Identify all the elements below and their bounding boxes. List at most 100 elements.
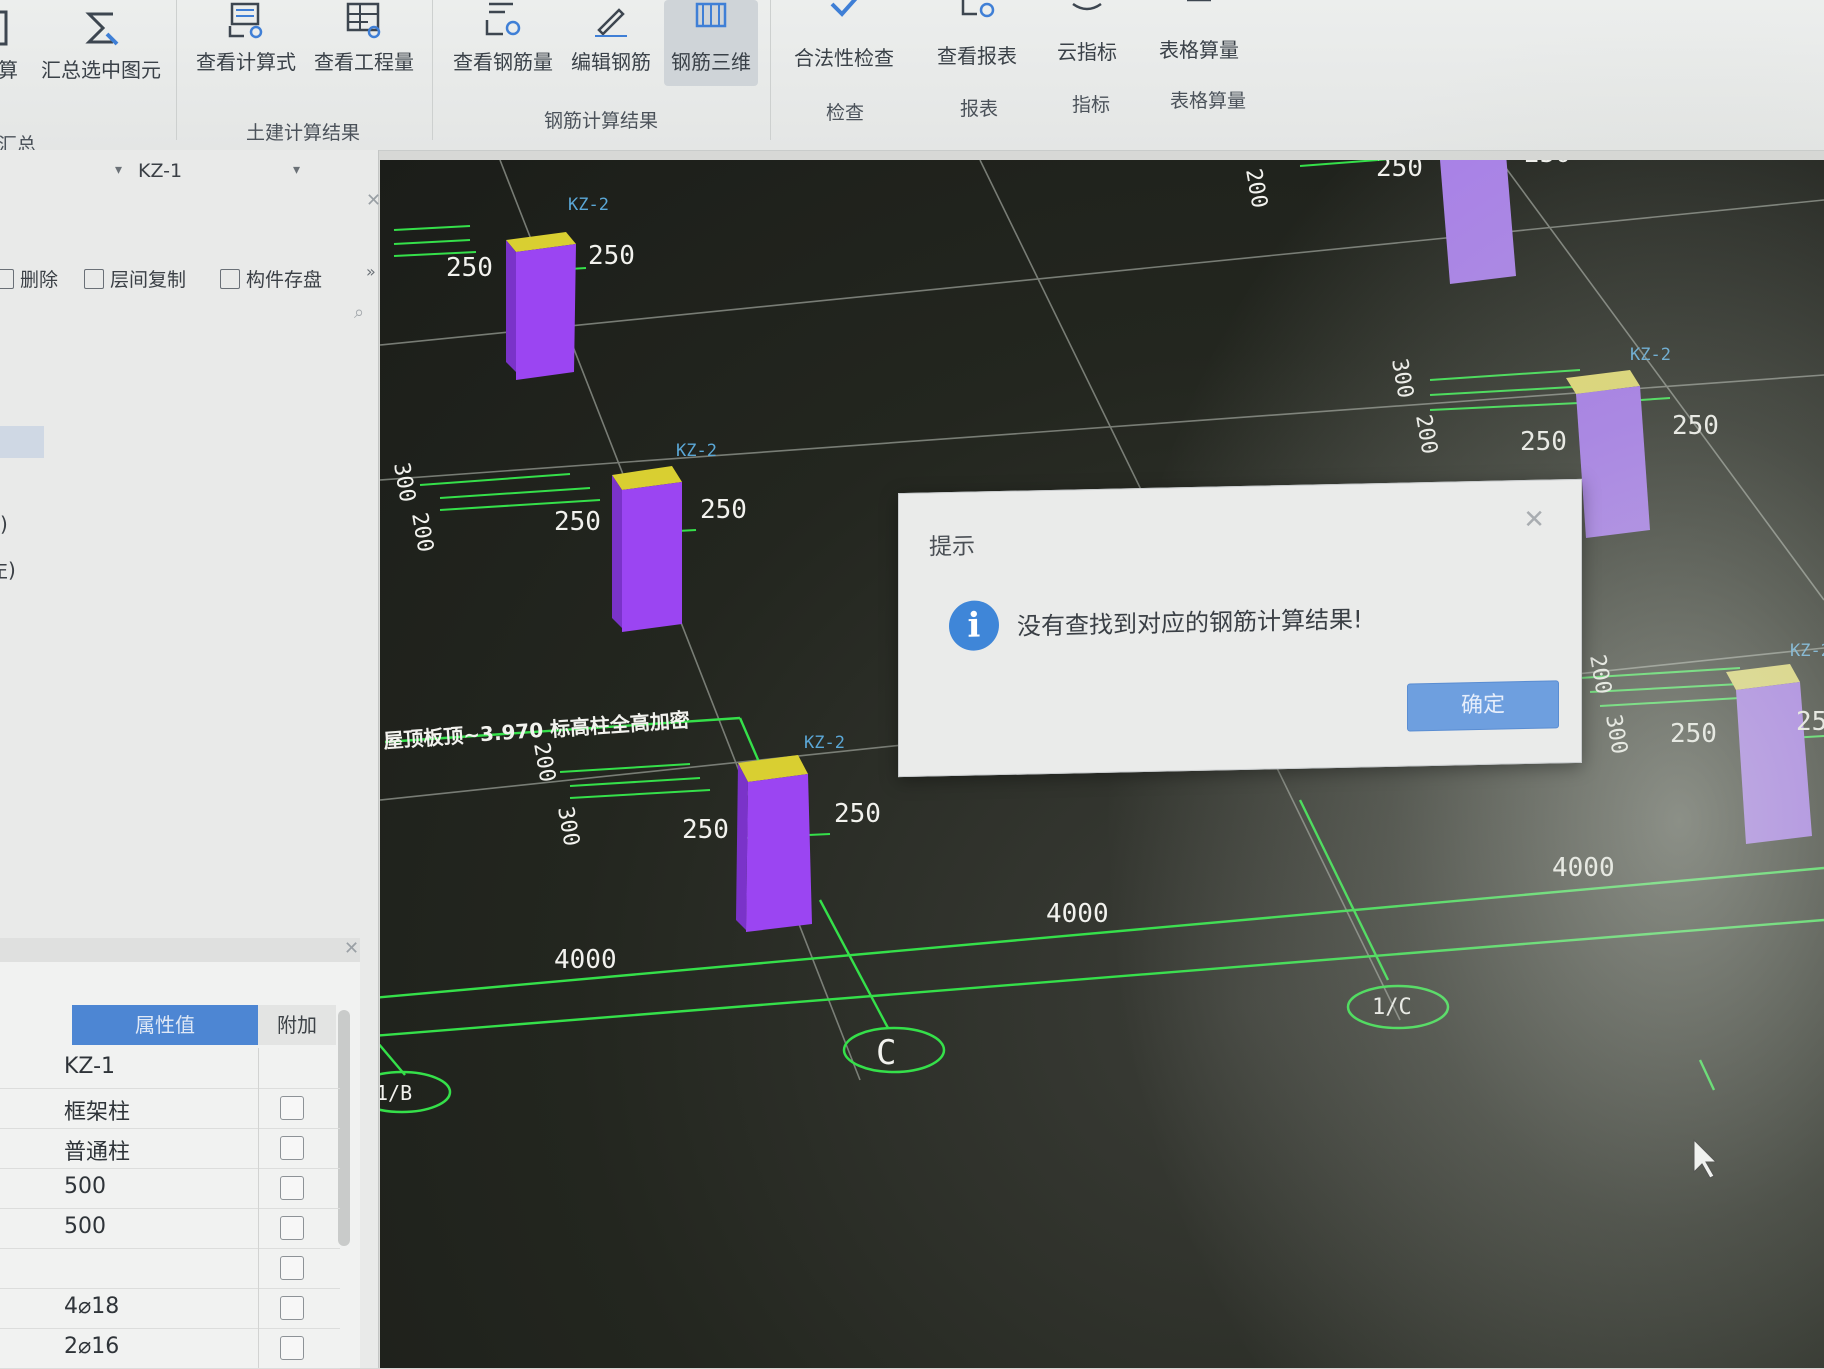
sigma-icon — [85, 12, 119, 46]
close-icon[interactable]: ✕ — [1523, 505, 1545, 535]
view-quantity-label: 查看工程量 — [314, 50, 414, 74]
group-report-label: 报表 — [960, 98, 999, 120]
divider — [258, 1288, 259, 1328]
chevron-down-icon: ▾ — [292, 162, 300, 178]
save-component-label: 构件存盘 — [246, 269, 323, 291]
view-report-button[interactable]: 查看报表 — [926, 0, 1028, 69]
property-row[interactable]: 框架柱 — [0, 1088, 340, 1129]
dim-label: 250 — [1520, 427, 1567, 457]
tree-text: 左) — [0, 558, 16, 582]
divider — [258, 1248, 259, 1288]
rebar-quantity-icon — [485, 2, 521, 36]
search-icon[interactable]: ⌕ — [354, 302, 364, 323]
dim-label: 200 — [1240, 167, 1272, 210]
floor-copy-button[interactable]: 层间复制 — [84, 265, 186, 292]
divider — [258, 1048, 259, 1088]
extra-checkbox[interactable] — [280, 1096, 304, 1120]
span-label: 4000 — [1046, 899, 1109, 929]
property-value: 框架柱 — [64, 1100, 131, 1125]
table-calc-button[interactable]: 表格算量 — [1146, 0, 1252, 63]
rebar-3d-icon — [695, 2, 727, 28]
col-header-value: 属性值 — [72, 1005, 258, 1045]
ribbon-separator — [176, 0, 177, 140]
ribbon-separator — [432, 0, 433, 140]
dim-label: 250 — [834, 799, 881, 829]
view-report-label: 查看报表 — [937, 44, 1017, 68]
group-rebar-result-label: 钢筋计算结果 — [544, 110, 659, 132]
dialog-title: 提示 — [929, 533, 975, 561]
legality-check-button[interactable]: 合法性检查 — [784, 0, 904, 71]
copy-icon — [84, 269, 104, 289]
table-calc-label: 表格算量 — [1159, 38, 1239, 62]
selected-tree-item[interactable] — [0, 426, 44, 458]
info-icon: i — [949, 600, 999, 652]
floor-select[interactable]: ▾ — [0, 160, 130, 188]
property-value: KZ-1 — [64, 1054, 116, 1079]
group-civil-result-label: 土建计算结果 — [246, 122, 361, 144]
dim-label: 300 — [1600, 713, 1632, 756]
dim-label: 250 — [1376, 160, 1423, 183]
cloud-index-button[interactable]: 云指标 — [1044, 0, 1130, 65]
property-row[interactable]: 2⌀16 — [0, 1328, 340, 1369]
save-icon — [220, 269, 240, 289]
edit-rebar-label: 编辑钢筋 — [571, 50, 651, 74]
delete-label: 删除 — [20, 269, 59, 291]
column-label: KZ-2 — [1790, 641, 1824, 661]
ribbon-separator — [770, 0, 771, 140]
rebar-3d-button[interactable]: 钢筋三维 — [664, 0, 758, 86]
table-calc-icon — [1187, 0, 1211, 2]
axis-label: 1/B — [380, 1081, 412, 1105]
ok-button[interactable]: 确定 — [1407, 680, 1559, 732]
extra-checkbox[interactable] — [280, 1256, 304, 1280]
extra-checkbox[interactable] — [280, 1176, 304, 1200]
axis-label: 1/C — [1372, 995, 1412, 1020]
extra-checkbox[interactable] — [280, 1216, 304, 1240]
view-rebar-button[interactable]: 查看钢筋量 — [448, 0, 558, 75]
column-label: KZ-2 — [1630, 345, 1671, 365]
divider — [258, 1088, 259, 1128]
component-select[interactable]: KZ-1 ▾ — [138, 160, 308, 188]
group-check-label: 检查 — [826, 102, 865, 124]
property-row[interactable]: 500 — [0, 1208, 340, 1249]
component-select-value: KZ-1 — [138, 160, 183, 182]
delete-button[interactable]: 删除 — [0, 265, 58, 292]
column-label: KZ-2 — [676, 441, 717, 461]
group-index-label: 指标 — [1072, 94, 1111, 116]
view-quantity-button[interactable]: 查看工程量 — [310, 0, 418, 75]
property-value: 500 — [64, 1174, 106, 1199]
alert-dialog: 提示 ✕ i 没有查找到对应的钢筋计算结果! 确定 — [898, 478, 1582, 778]
sum-selected-button[interactable]: 汇总选中图元 — [36, 8, 166, 83]
span-label: 4000 — [1552, 853, 1615, 883]
property-row[interactable]: 4⌀18 — [0, 1288, 340, 1329]
calc-button[interactable]: 算 — [0, 8, 24, 83]
view-formula-button[interactable]: 查看计算式 — [192, 0, 300, 75]
pencil-icon — [595, 8, 627, 37]
delete-icon — [0, 269, 14, 289]
extra-checkbox[interactable] — [280, 1136, 304, 1160]
group-table-label: 表格算量 — [1170, 90, 1247, 112]
extra-checkbox[interactable] — [280, 1296, 304, 1320]
property-value: 2⌀16 — [64, 1334, 120, 1359]
property-row[interactable]: 500 — [0, 1168, 340, 1209]
property-row[interactable]: KZ-1 — [0, 1048, 340, 1089]
ribbon-toolbar: 算 汇总选中图元 查看计算式 查看工程量 查看钢筋量 编辑钢筋 钢筋三维 合法性… — [0, 0, 1824, 156]
cloud-index-label: 云指标 — [1057, 40, 1117, 64]
property-row[interactable]: 普通柱 — [0, 1128, 340, 1169]
dim-label: 300 — [1386, 357, 1418, 400]
col-header-extra: 附加 — [258, 1005, 336, 1045]
edit-rebar-button[interactable]: 编辑钢筋 — [566, 0, 656, 75]
dim-label: 200 — [1584, 653, 1616, 696]
dim-label: 200 — [406, 511, 438, 554]
close-icon[interactable]: ✕ — [366, 190, 381, 211]
rebar-3d-label: 钢筋三维 — [671, 50, 751, 74]
close-icon[interactable]: ✕ — [344, 938, 359, 959]
property-value: 500 — [64, 1214, 106, 1239]
extra-checkbox[interactable] — [280, 1336, 304, 1360]
dim-label: 250 — [1672, 411, 1719, 441]
sum-selected-label: 汇总选中图元 — [41, 58, 161, 82]
divider — [258, 1328, 259, 1368]
property-row[interactable] — [0, 1248, 340, 1289]
dim-label: 250 — [446, 253, 493, 283]
save-component-button[interactable]: 构件存盘 — [220, 265, 322, 292]
more-icon[interactable]: » — [366, 262, 376, 281]
